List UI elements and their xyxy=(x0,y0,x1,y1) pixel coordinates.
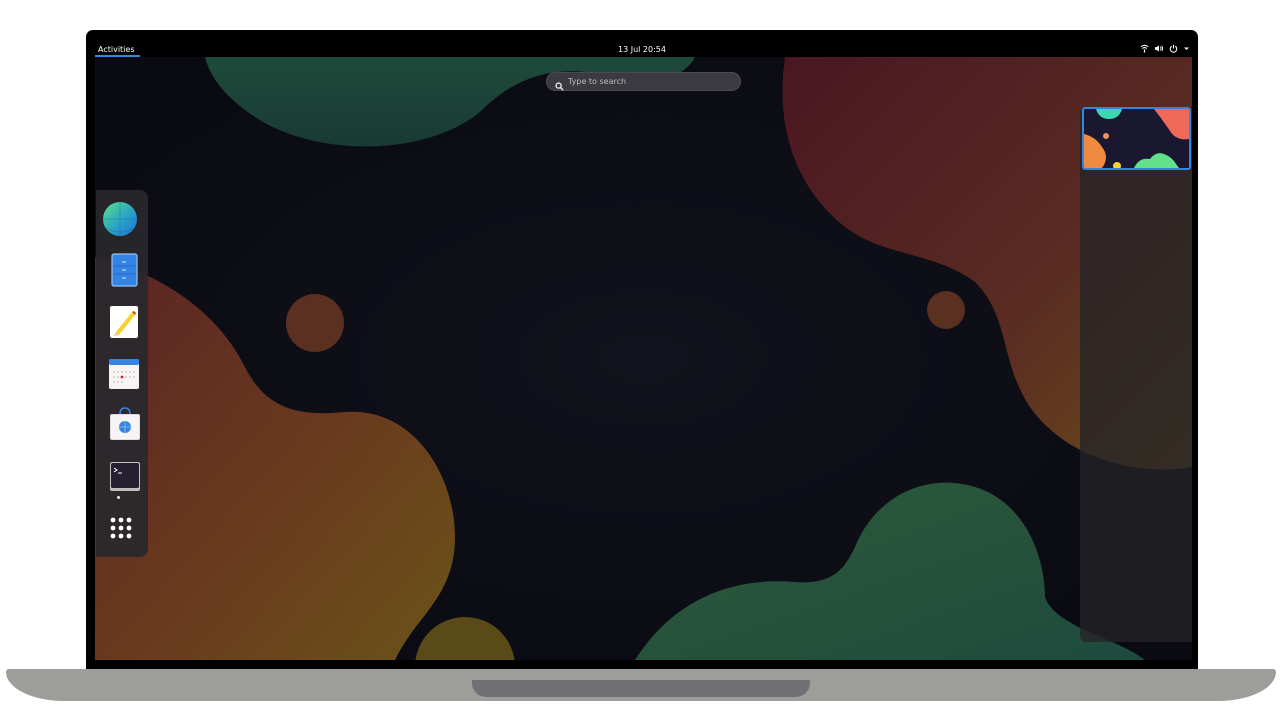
top-bar: Activities 13 Jul 20:54 xyxy=(86,42,1198,57)
dash xyxy=(96,190,148,557)
dash-item-software[interactable] xyxy=(102,404,142,444)
workspace-switcher xyxy=(1080,107,1192,642)
dash-item-text-editor[interactable] xyxy=(102,302,142,342)
chevron-down-icon[interactable] xyxy=(1183,44,1190,55)
dash-item-show-applications[interactable] xyxy=(102,508,142,548)
system-tray[interactable] xyxy=(1140,43,1190,56)
dash-item-web-browser[interactable] xyxy=(102,200,142,240)
workspace-thumbnail[interactable] xyxy=(1082,107,1191,170)
dash-item-files[interactable] xyxy=(102,250,142,290)
volume-icon[interactable] xyxy=(1154,44,1164,55)
wallpaper xyxy=(95,57,1192,660)
dash-item-calendar[interactable] xyxy=(102,353,142,393)
power-icon[interactable] xyxy=(1169,44,1178,55)
laptop-notch xyxy=(472,680,810,697)
clock[interactable]: 13 Jul 20:54 xyxy=(86,44,1198,55)
network-icon[interactable] xyxy=(1140,44,1149,55)
running-indicator xyxy=(117,496,120,499)
search-input[interactable] xyxy=(568,74,733,89)
calendar-icon xyxy=(109,359,139,389)
pencil-icon xyxy=(110,306,138,338)
app-grid-icon xyxy=(110,517,132,539)
activities-indicator xyxy=(95,55,140,57)
globe-icon xyxy=(103,202,137,236)
dash-item-terminal[interactable] xyxy=(102,456,142,496)
terminal-icon xyxy=(110,462,140,491)
search-icon xyxy=(555,76,564,95)
search-bar[interactable] xyxy=(546,72,741,91)
workspace-preview xyxy=(1084,109,1189,168)
file-cabinet-icon xyxy=(111,253,138,287)
desktop-screen xyxy=(95,57,1192,660)
shopping-bag-icon xyxy=(110,407,140,440)
